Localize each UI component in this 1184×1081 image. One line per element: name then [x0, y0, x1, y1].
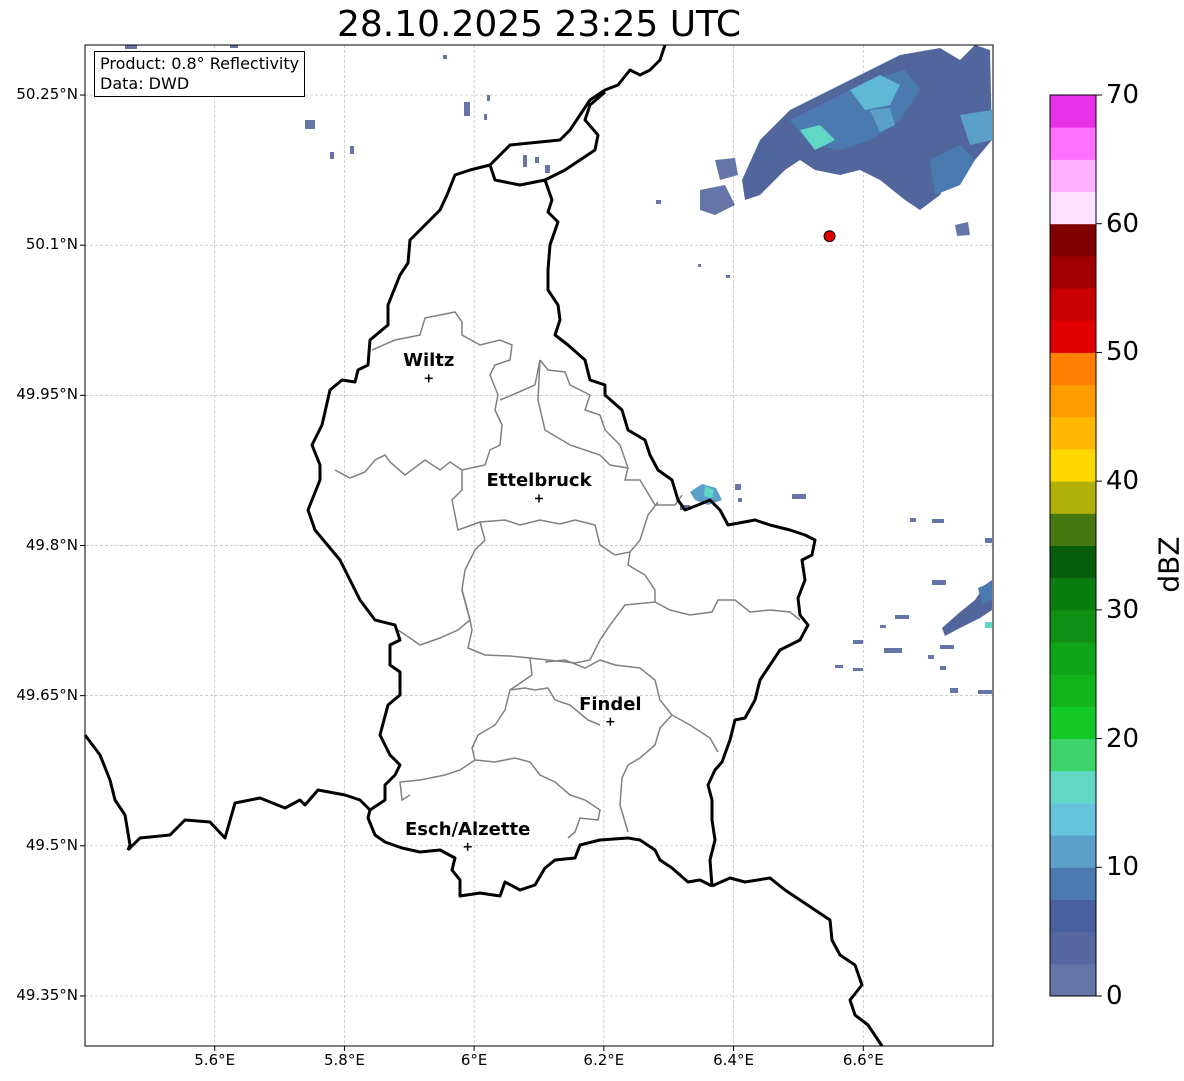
colorbar-tick-label: 40 [1106, 466, 1140, 497]
colorbar-segment [1050, 352, 1096, 386]
colorbar-segment [1050, 963, 1096, 997]
colorbar-segment [1050, 899, 1096, 933]
lon-tick-label: 6.4°E [713, 1051, 754, 1069]
colorbar-segment [1050, 545, 1096, 579]
lon-tick-label: 5.8°E [324, 1051, 365, 1069]
colorbar-tick-label: 10 [1106, 852, 1140, 883]
colorbar-tick-label: 50 [1106, 337, 1140, 368]
colorbar-segment [1050, 95, 1096, 128]
lat-tick-label: 49.5°N [25, 835, 78, 854]
colorbar-segment [1050, 867, 1096, 900]
colorbar-segment [1050, 513, 1096, 546]
lat-tick-label: 49.65°N [16, 685, 78, 704]
colorbar-segment [1050, 706, 1096, 740]
colorbar-segment [1050, 931, 1096, 965]
colorbar-tick-label: 20 [1106, 723, 1140, 754]
colorbar [1049, 94, 1102, 997]
lat-tick-label: 49.8°N [25, 535, 78, 554]
colorbar-segment [1050, 416, 1096, 450]
colorbar-segment [1050, 481, 1096, 514]
product-label: Product: 0.8° Reflectivity [100, 54, 300, 73]
colorbar-segment [1050, 288, 1096, 321]
colorbar-segment [1050, 255, 1096, 289]
colorbar-segment [1050, 577, 1096, 611]
colorbar-segment [1050, 191, 1096, 225]
city-label: Findel [579, 693, 642, 715]
lat-tick-label: 50.1°N [25, 235, 78, 254]
city-label: Ettelbruck [486, 470, 592, 492]
data-source-label: Data: DWD [100, 74, 190, 93]
colorbar-tick-label: 60 [1106, 208, 1140, 239]
colorbar-tick-label: 0 [1106, 981, 1123, 1011]
city-label: Wiltz [403, 350, 455, 372]
lon-tick-label: 6.6°E [842, 1051, 884, 1069]
lon-tick-label: 5.6°E [194, 1051, 236, 1069]
colorbar-segment [1050, 320, 1096, 353]
lat-tick-label: 49.35°N [16, 985, 78, 1004]
product-info-box: Product: 0.8° Reflectivity Data: DWD [94, 51, 306, 97]
colorbar-unit-label: dBZ [1152, 536, 1184, 593]
colorbar-segment [1050, 159, 1096, 193]
colorbar-segment [1050, 384, 1096, 418]
colorbar-segment [1050, 738, 1096, 772]
colorbar-segment [1050, 609, 1096, 643]
colorbar-segment [1050, 642, 1096, 675]
colorbar-tick-label: 70 [1106, 80, 1140, 110]
colorbar-segment [1050, 674, 1096, 707]
city-label: Esch/Alzette [405, 818, 531, 840]
colorbar-segment [1050, 448, 1096, 482]
lat-tick-label: 50.25°N [16, 85, 78, 104]
lon-tick-label: 6.2°E [583, 1051, 625, 1069]
lon-tick-label: 6°E [460, 1051, 488, 1069]
colorbar-segment [1050, 223, 1096, 257]
colorbar-tick-label: 30 [1106, 594, 1140, 625]
colorbar-segment [1050, 770, 1096, 804]
lat-tick-label: 49.95°N [16, 385, 78, 404]
colorbar-segment [1050, 127, 1096, 160]
colorbar-segment [1050, 802, 1096, 836]
colorbar-segment [1050, 835, 1096, 868]
radar-site-marker [823, 230, 836, 243]
radar-map [80, 44, 1102, 1051]
